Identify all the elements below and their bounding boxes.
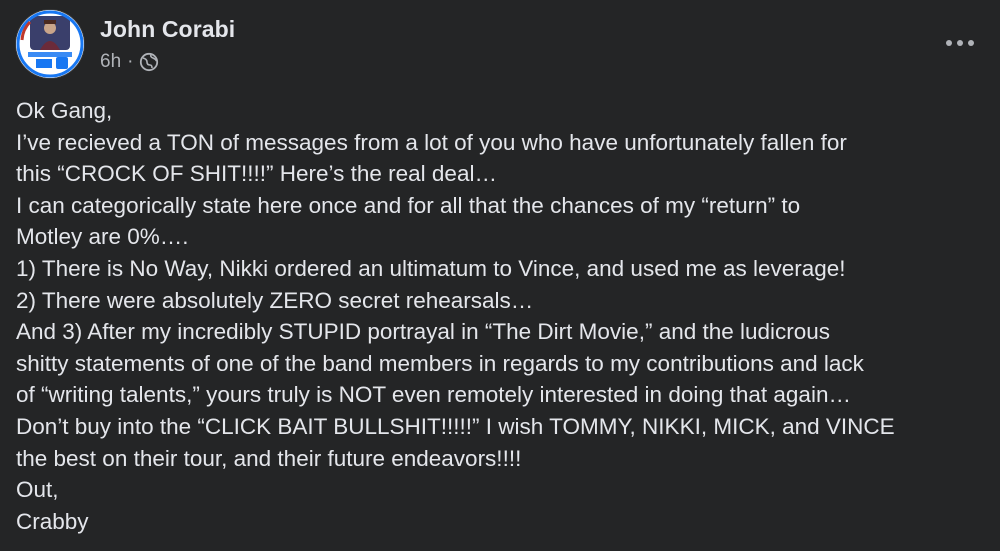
author-name[interactable]: John Corabi: [100, 14, 235, 44]
post-line: 2) There were absolutely ZERO secret reh…: [16, 287, 534, 313]
more-dots-icon: [946, 40, 952, 46]
post-subline: 6h ·: [100, 50, 235, 74]
post-line: the best on their tour, and their future…: [16, 445, 522, 471]
more-dot: [968, 40, 974, 46]
avatar[interactable]: [16, 10, 84, 78]
post-line: this “CROCK OF SHIT!!!!” Here’s the real…: [16, 161, 497, 187]
post-line: I’ve recieved a TON of messages from a l…: [16, 129, 847, 155]
post-line: I can categorically state here once and …: [16, 192, 801, 218]
post-header: John Corabi 6h ·: [16, 10, 235, 78]
separator-dot: ·: [127, 51, 134, 72]
profile-frame-image: [16, 10, 84, 78]
post-body: Ok Gang, I’ve recieved a TON of messages…: [16, 95, 996, 537]
post-line: Don’t buy into the “CLICK BAIT BULLSHIT!…: [16, 413, 895, 439]
post-line: Ok Gang,: [16, 98, 113, 123]
post-line: of “writing talents,” yours truly is NOT…: [16, 382, 851, 408]
post-line: shitty statements of one of the band mem…: [16, 350, 864, 376]
post-line: Motley are 0%….: [16, 224, 189, 250]
post-line: Crabby: [16, 508, 89, 534]
more-options-button[interactable]: [940, 28, 980, 58]
more-dot: [957, 40, 963, 46]
post-line: And 3) After my incredibly STUPID portra…: [16, 319, 831, 345]
globe-icon[interactable]: [139, 52, 159, 72]
post-meta: John Corabi 6h ·: [100, 14, 235, 74]
facebook-post: John Corabi 6h · Ok Gang, I’ve recieved …: [0, 0, 1000, 551]
post-line: 1) There is No Way, Nikki ordered an ult…: [16, 255, 846, 281]
post-timestamp[interactable]: 6h: [100, 50, 121, 74]
post-line: Out,: [16, 477, 59, 503]
